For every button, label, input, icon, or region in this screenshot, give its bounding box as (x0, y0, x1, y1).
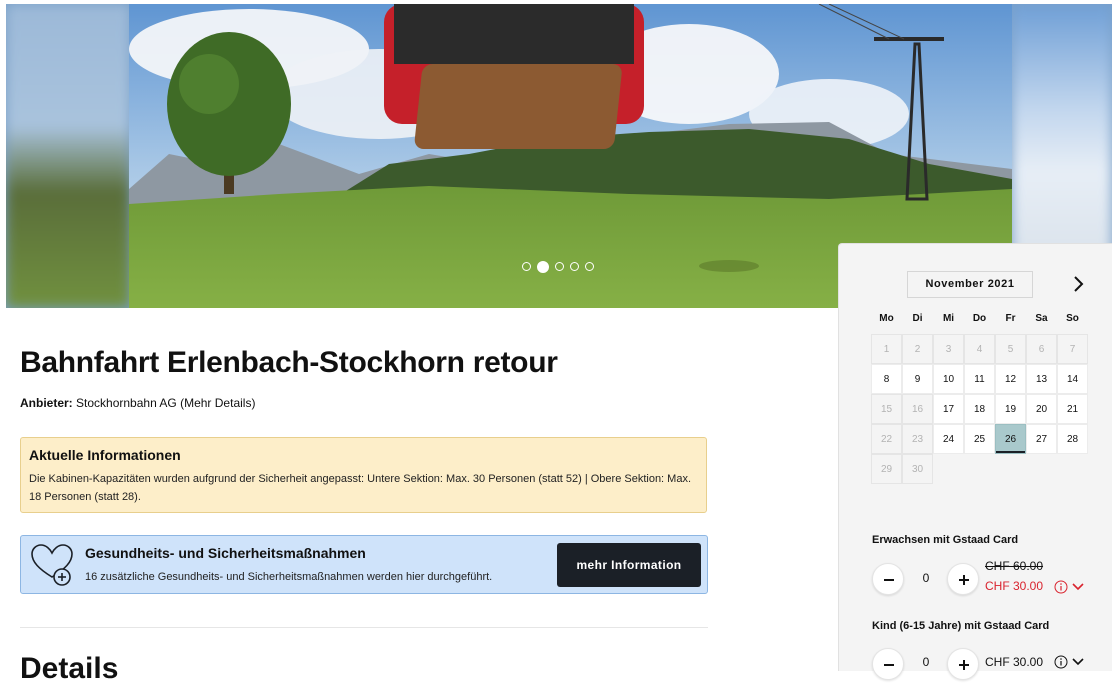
chevron-right-icon[interactable] (1067, 271, 1091, 297)
increase-child-button[interactable] (947, 648, 979, 680)
info-icon[interactable] (1054, 580, 1068, 594)
decrease-adult-button[interactable] (872, 563, 904, 595)
health-safety-text: 16 zusätzliche Gesundheits- und Sicherhe… (85, 571, 493, 583)
calendar-day[interactable]: 17 (933, 394, 964, 424)
current-info-box: Aktuelle Informationen Die Kabinen-Kapaz… (20, 437, 707, 513)
calendar-day[interactable]: 18 (964, 394, 995, 424)
ticket-label-adult: Erwachsen mit Gstaad Card (872, 534, 1019, 546)
adult-quantity: 0 (922, 571, 930, 585)
calendar-day[interactable]: 19 (995, 394, 1026, 424)
calendar-day[interactable]: 24 (933, 424, 964, 454)
calendar-day-unavailable: 22 (871, 424, 902, 454)
calendar-day[interactable]: 21 (1057, 394, 1088, 424)
calendar-day[interactable]: 10 (933, 364, 964, 394)
month-selector[interactable]: November 2021 (907, 271, 1033, 298)
carousel-dot-4[interactable] (570, 262, 579, 271)
provider-details-link[interactable]: (Mehr Details) (180, 396, 255, 410)
calendar-day-unavailable: 29 (871, 454, 902, 484)
calendar-day[interactable]: 8 (871, 364, 902, 394)
previous-slide-preview[interactable] (6, 4, 130, 308)
current-info-text: Die Kabinen-Kapazitäten wurden aufgrund … (29, 473, 692, 503)
more-information-button[interactable]: mehr Information (557, 543, 701, 587)
info-icon[interactable] (1054, 655, 1068, 669)
calendar-day[interactable]: 20 (1026, 394, 1057, 424)
current-info-title: Aktuelle Informationen (29, 447, 181, 463)
decrease-child-button[interactable] (872, 648, 904, 680)
details-heading: Details (20, 652, 119, 685)
weekday-header: So (1066, 313, 1079, 324)
carousel-dot-3[interactable] (555, 262, 564, 271)
health-safety-box: Gesundheits- und Sicherheitsmaßnahmen 16… (20, 535, 708, 594)
health-safety-title: Gesundheits- und Sicherheitsmaßnahmen (85, 545, 366, 561)
calendar-day-unavailable: 4 (964, 334, 995, 364)
carousel-dot-5[interactable] (585, 262, 594, 271)
calendar-day-selected[interactable]: 26 (995, 424, 1026, 454)
ticket-label-child: Kind (6-15 Jahre) mit Gstaad Card (872, 620, 1050, 632)
provider-name: Stockhornbahn AG (76, 396, 177, 410)
weekday-header: Mi (942, 313, 955, 324)
weekday-header: Fr (1005, 313, 1016, 324)
calendar-grid: Mo Di Mi Do Fr Sa So 1 2 3 4 5 6 7 8 9 10 11 12 13 14 15 16 17 1… (871, 312, 1088, 484)
child-price: CHF 30.00 (985, 655, 1044, 669)
carousel-dot-1[interactable] (522, 262, 531, 271)
calendar-day-unavailable: 7 (1057, 334, 1088, 364)
calendar-day-unavailable: 5 (995, 334, 1026, 364)
calendar-day-unavailable: 6 (1026, 334, 1057, 364)
chevron-down-icon[interactable] (1071, 656, 1085, 668)
provider-label: Anbieter: (20, 396, 73, 410)
booking-panel: November 2021 Mo Di Mi Do Fr Sa So 1 2 3 4 5 6 7 8 9 10 1… (838, 243, 1112, 680)
calendar-day[interactable]: 11 (964, 364, 995, 394)
minus-icon (884, 579, 894, 581)
page-title: Bahnfahrt Erlenbach-Stockhorn retour (20, 346, 558, 379)
calendar-day[interactable]: 14 (1057, 364, 1088, 394)
carousel-indicators (522, 260, 594, 273)
adult-price: CHF 30.00 (985, 579, 1044, 593)
calendar-day[interactable]: 13 (1026, 364, 1057, 394)
calendar-day-unavailable: 2 (902, 334, 933, 364)
weekday-header: Mo (879, 313, 894, 324)
heart-plus-icon (31, 544, 73, 586)
calendar-day-unavailable: 16 (902, 394, 933, 424)
calendar-day[interactable]: 28 (1057, 424, 1088, 454)
increase-adult-button[interactable] (947, 563, 979, 595)
adult-old-price: CHF 60.00 (985, 559, 1044, 573)
calendar-day-unavailable: 30 (902, 454, 933, 484)
calendar-day-unavailable: 15 (871, 394, 902, 424)
calendar-day[interactable]: 12 (995, 364, 1026, 394)
provider-line: Anbieter: Stockhornbahn AG (Mehr Details… (20, 396, 255, 410)
carousel-dot-2[interactable] (537, 260, 549, 273)
weekday-header: Sa (1035, 313, 1048, 324)
chevron-down-icon[interactable] (1071, 581, 1085, 593)
calendar-day[interactable]: 9 (902, 364, 933, 394)
plus-icon (959, 575, 969, 585)
calendar-day-unavailable: 3 (933, 334, 964, 364)
child-quantity: 0 (922, 655, 930, 669)
calendar-day[interactable]: 25 (964, 424, 995, 454)
calendar-day[interactable]: 27 (1026, 424, 1057, 454)
weekday-header: Do (972, 313, 987, 324)
calendar-day-unavailable: 1 (871, 334, 902, 364)
calendar-day-unavailable: 23 (902, 424, 933, 454)
weekday-header: Di (912, 313, 923, 324)
section-divider (20, 627, 708, 628)
